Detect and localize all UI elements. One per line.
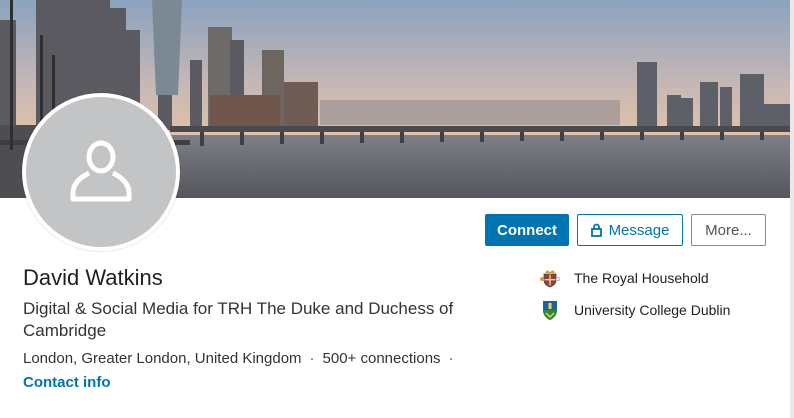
connect-button[interactable]: Connect (485, 214, 569, 246)
org-item-ucd[interactable]: University College Dublin (539, 299, 730, 321)
message-button[interactable]: Message (577, 214, 683, 246)
separator-dot: · (448, 350, 454, 367)
person-placeholder-icon (70, 140, 132, 202)
profile-location: London, Greater London, United Kingdom (23, 350, 302, 367)
lock-icon (590, 223, 602, 237)
more-button[interactable]: More... (691, 214, 766, 246)
contact-info-link[interactable]: Contact info (23, 374, 111, 391)
royal-crest-icon (540, 270, 561, 288)
org-item-royal-household[interactable]: The Royal Household (539, 267, 709, 289)
org-name: University College Dublin (574, 302, 731, 318)
message-button-label: Message (608, 221, 670, 239)
more-button-label: More... (705, 221, 752, 239)
connections-count[interactable]: 500+ connections (323, 350, 441, 367)
separator-dot: · (309, 350, 315, 367)
connect-button-label: Connect (497, 221, 557, 239)
ucd-crest-icon (543, 301, 557, 320)
profile-headline: Digital & Social Media for TRH The Duke … (23, 299, 454, 340)
profile-card: Connect Message More... David Watkins Di… (0, 0, 790, 418)
profile-meta: London, Greater London, United Kingdom ·… (23, 350, 462, 367)
page-edge (790, 0, 794, 418)
avatar[interactable] (22, 93, 180, 251)
org-name: The Royal Household (574, 270, 709, 286)
profile-name: David Watkins (23, 265, 163, 290)
